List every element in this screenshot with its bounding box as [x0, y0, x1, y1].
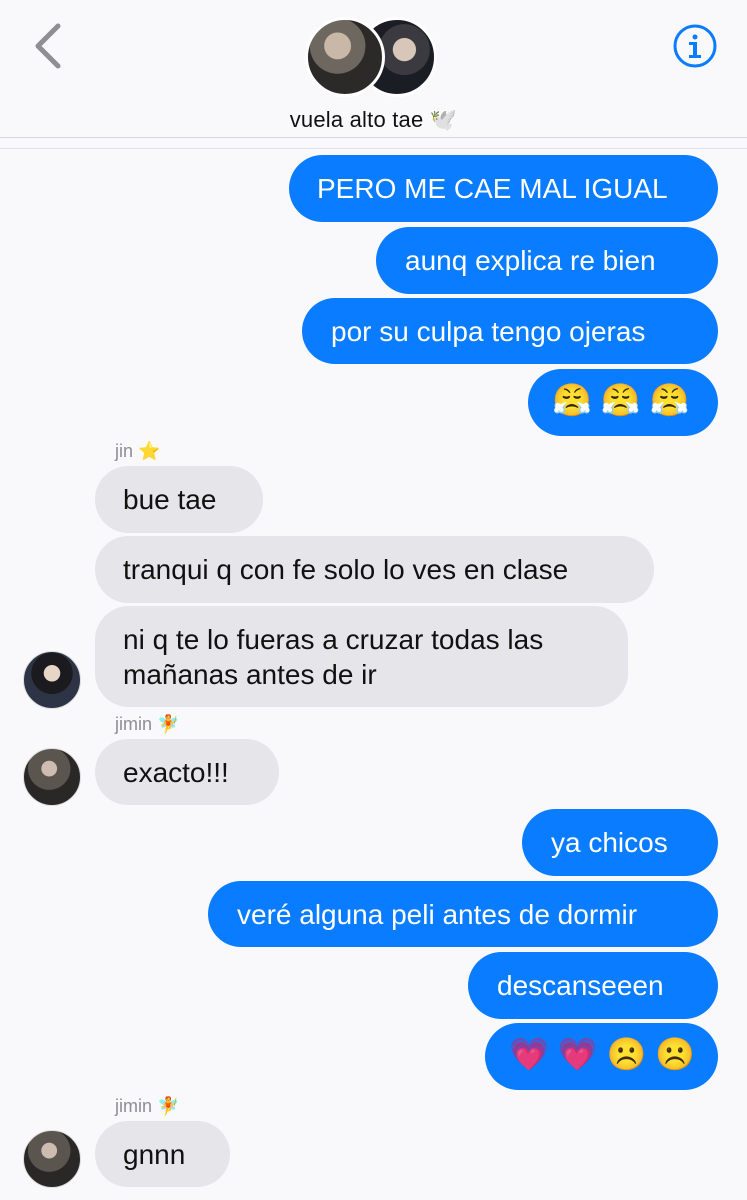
message-bubble[interactable]: ni q te lo fueras a cruzar todas las mañ… [95, 606, 628, 707]
message-bubble[interactable]: veré alguna peli antes de dormir [208, 881, 718, 947]
jin-avatar[interactable] [23, 651, 81, 709]
info-icon [673, 24, 717, 68]
jimin-avatar[interactable] [23, 1130, 81, 1188]
sender-name-jimin: jimin 🧚 [115, 714, 180, 734]
jimin-avatar[interactable] [23, 748, 81, 806]
group-avatars[interactable] [305, 15, 437, 99]
message-bubble[interactable]: gnnn [95, 1121, 230, 1187]
back-chevron-icon [35, 23, 61, 69]
message-bubble[interactable]: ya chicos [522, 809, 718, 876]
message-bubble[interactable]: 😤 😤 😤 [528, 369, 718, 436]
message-bubble[interactable]: descanseeen [468, 952, 718, 1019]
sender-name-jin: jin ⭐ [115, 441, 161, 461]
message-bubble[interactable]: exacto!!! [95, 739, 279, 805]
header-divider [0, 148, 747, 149]
message-bubble[interactable]: por su culpa tengo ojeras [302, 298, 718, 364]
message-bubble[interactable]: aunq explica re bien [376, 227, 718, 294]
group-avatar-jimin [305, 17, 385, 97]
message-bubble[interactable]: bue tae [95, 466, 263, 533]
sender-name-jimin: jimin 🧚 [115, 1096, 180, 1116]
info-button[interactable] [672, 23, 718, 69]
group-title[interactable]: vuela alto tae 🕊️ [0, 107, 747, 133]
message-bubble[interactable]: tranqui q con fe solo lo ves en clase [95, 536, 654, 603]
back-button[interactable] [28, 20, 72, 72]
message-bubble[interactable]: 💗 💗 ☹️ ☹️ [485, 1023, 718, 1090]
message-bubble[interactable]: PERO ME CAE MAL IGUAL [289, 155, 718, 222]
chat-header: vuela alto tae 🕊️ [0, 0, 747, 138]
